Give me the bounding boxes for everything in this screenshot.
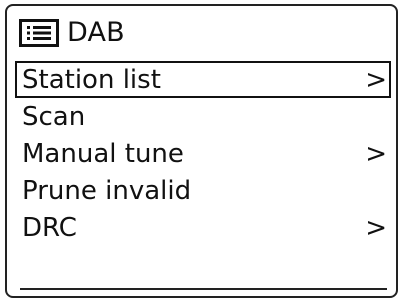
chevron-right-icon: > — [365, 138, 387, 169]
radio-display: DAB Station list > Scan Manual tune > Pr… — [5, 4, 398, 298]
chevron-right-icon: > — [365, 212, 387, 243]
menu-item-label: Prune invalid — [22, 175, 192, 206]
menu-item-label: DRC — [22, 212, 77, 243]
page-title: DAB — [67, 17, 125, 48]
footer-divider — [20, 288, 387, 290]
menu-item-label: Manual tune — [22, 138, 184, 169]
menu-item-scan[interactable]: Scan — [15, 98, 391, 135]
menu-item-drc[interactable]: DRC > — [15, 209, 391, 246]
menu-item-manual-tune[interactable]: Manual tune > — [15, 135, 391, 172]
chevron-right-icon: > — [365, 64, 387, 95]
menu-list-icon — [19, 19, 59, 47]
menu-list: Station list > Scan Manual tune > Prune … — [15, 61, 391, 246]
menu-item-label: Station list — [22, 64, 161, 95]
menu-item-prune-invalid[interactable]: Prune invalid — [15, 172, 391, 209]
menu-item-station-list[interactable]: Station list > — [15, 61, 391, 98]
title-bar: DAB — [19, 15, 125, 51]
menu-item-label: Scan — [22, 101, 86, 132]
